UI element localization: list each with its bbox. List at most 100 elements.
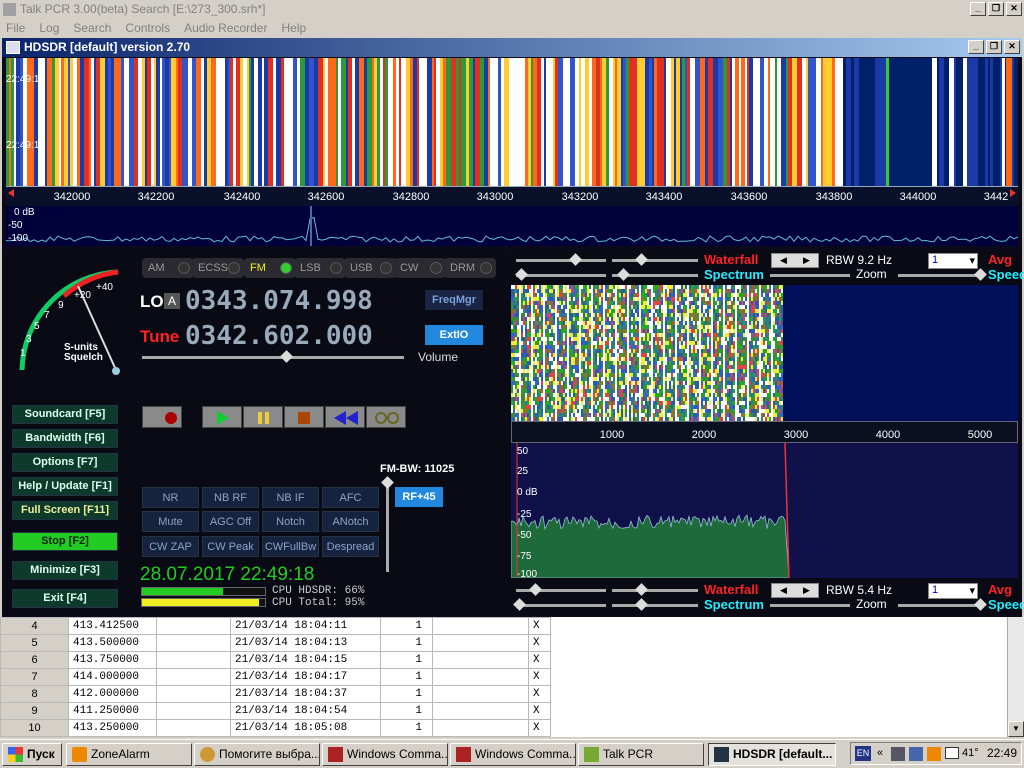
arrow-left-icon[interactable]: ◀ <box>780 255 787 266</box>
tune-frequency-display[interactable]: 0342.602.000 <box>185 321 373 351</box>
lo-frequency-display[interactable]: 0343.074.998 <box>185 286 373 316</box>
table-row[interactable]: 5 413.500000 21/03/14 18:04:13 1 X <box>0 634 551 652</box>
menu-controls[interactable]: Controls <box>125 19 170 37</box>
mode-ecss-button[interactable]: ECSS <box>192 258 244 278</box>
play-button[interactable] <box>202 406 242 428</box>
avg-select[interactable]: 1 ▾ <box>928 253 978 269</box>
nb-if-button[interactable]: NB IF <box>262 487 319 508</box>
rf-waterfall[interactable]: 22:49:14 22:49:17 <box>6 58 1018 186</box>
rbw-stepper[interactable]: ◀ ▶ <box>771 253 819 268</box>
waterfall-contrast-slider[interactable] <box>612 589 698 592</box>
stop-playback-button[interactable] <box>284 406 324 428</box>
clock[interactable]: 22:49 <box>987 743 1017 764</box>
full-screen-button[interactable]: Full Screen [F11] <box>12 501 118 520</box>
help-update-button[interactable]: Help / Update [F1] <box>12 477 118 496</box>
notch-button[interactable]: Notch <box>262 511 319 532</box>
table-row[interactable]: 8 412.000000 21/03/14 18:04:37 1 X <box>0 685 551 703</box>
exit-button[interactable]: Exit [F4] <box>12 589 118 608</box>
network-icon[interactable] <box>891 747 905 761</box>
tray-expand-icon[interactable]: « <box>877 743 883 764</box>
avg-select[interactable]: 1 ▾ <box>928 583 978 599</box>
taskbar-item-browser[interactable]: Помогите выбра... <box>194 743 320 766</box>
mode-lsb-button[interactable]: LSB <box>294 258 346 278</box>
table-row[interactable]: 7 414.000000 21/03/14 18:04:17 1 X <box>0 668 551 686</box>
cw-zap-button[interactable]: CW ZAP <box>142 536 199 557</box>
hdsdr-restore-button[interactable]: ❐ <box>986 40 1002 54</box>
waterfall-contrast-slider[interactable] <box>612 259 698 262</box>
anotch-button[interactable]: ANotch <box>322 511 379 532</box>
audio-waterfall[interactable] <box>511 285 1018 421</box>
fm-bw-slider[interactable] <box>386 482 389 572</box>
mode-am-button[interactable]: AM <box>142 258 194 278</box>
agc-off-button[interactable]: AGC Off <box>202 511 259 532</box>
nb-rf-button[interactable]: NB RF <box>202 487 259 508</box>
bandwidth-button[interactable]: Bandwidth [F6] <box>12 429 118 448</box>
hdsdr-close-button[interactable]: ✕ <box>1004 40 1020 54</box>
mail-icon[interactable] <box>945 747 959 759</box>
mute-button[interactable]: Mute <box>142 511 199 532</box>
lo-vfo-tag[interactable]: A <box>164 293 180 309</box>
taskbar-item-talkpcr[interactable]: Talk PCR <box>578 743 704 766</box>
squelch-knob[interactable] <box>112 367 120 375</box>
nr-button[interactable]: NR <box>142 487 199 508</box>
table-row[interactable]: 6 413.750000 21/03/14 18:04:15 1 X <box>0 651 551 669</box>
table-row[interactable]: 10 413.250000 21/03/14 18:05:08 1 X <box>0 719 551 737</box>
scroll-down-icon[interactable]: ▼ <box>1008 721 1024 737</box>
rf-spectrum[interactable]: 0 dB -50 -100 <box>6 206 1018 246</box>
options-button[interactable]: Options [F7] <box>12 453 118 472</box>
arrow-right-icon[interactable]: ▶ <box>803 255 810 266</box>
extio-button[interactable]: ExtIO <box>425 325 483 345</box>
zoom-slider[interactable] <box>770 274 850 277</box>
rbw-stepper[interactable]: ◀ ▶ <box>771 583 819 598</box>
hdsdr-minimize-button[interactable]: _ <box>968 40 984 54</box>
cw-peak-button[interactable]: CW Peak <box>202 536 259 557</box>
zonealarm-tray-icon[interactable] <box>927 747 941 761</box>
language-indicator[interactable]: EN <box>855 746 871 761</box>
rf-frequency-ruler[interactable]: 342000 342200 342400 342600 342800 34300… <box>6 186 1018 206</box>
spectrum-level-slider[interactable] <box>516 604 606 607</box>
afc-button[interactable]: AFC <box>322 487 379 508</box>
table-row[interactable]: 4 413.412500 21/03/14 18:04:11 1 X <box>0 617 551 635</box>
mode-fm-button[interactable]: FM <box>244 258 296 278</box>
volume-slider[interactable] <box>142 356 404 359</box>
rewind-button[interactable] <box>325 406 365 428</box>
close-button[interactable]: ✕ <box>1006 2 1022 16</box>
mode-drm-button[interactable]: DRM <box>444 258 496 278</box>
waterfall-brightness-slider[interactable] <box>516 259 606 262</box>
taskbar-item-zonealarm[interactable]: ZoneAlarm <box>66 743 192 766</box>
arrow-left-icon[interactable]: ◀ <box>780 585 787 596</box>
monitor-icon[interactable] <box>909 747 923 761</box>
speed-slider[interactable] <box>898 274 982 277</box>
audio-spectrum[interactable]: 50 25 0 dB -25 -50 -75 -100 <box>511 443 1018 578</box>
record-button[interactable] <box>142 406 182 428</box>
soundcard-button[interactable]: Soundcard [F5] <box>12 405 118 424</box>
minimize-button[interactable]: _ <box>970 2 986 16</box>
menu-audio-recorder[interactable]: Audio Recorder <box>184 19 267 37</box>
zoom-slider[interactable] <box>770 604 850 607</box>
pause-button[interactable] <box>243 406 283 428</box>
mode-usb-button[interactable]: USB <box>344 258 396 278</box>
start-button[interactable]: Пуск <box>2 743 62 766</box>
taskbar-item-commander-1[interactable]: Windows Comma... <box>322 743 448 766</box>
taskbar-item-commander-2[interactable]: Windows Comma... <box>450 743 576 766</box>
stop-button[interactable]: Stop [F2] <box>12 532 118 551</box>
loop-button[interactable] <box>366 406 406 428</box>
menu-log[interactable]: Log <box>39 19 59 37</box>
table-row[interactable]: 9 411.250000 21/03/14 18:04:54 1 X <box>0 702 551 720</box>
restore-button[interactable]: ❐ <box>988 2 1004 16</box>
menu-search[interactable]: Search <box>73 19 111 37</box>
mode-cw-button[interactable]: CW <box>394 258 446 278</box>
table-scrollbar[interactable]: ▼ <box>1007 617 1024 737</box>
speed-slider[interactable] <box>898 604 982 607</box>
s-meter[interactable]: 1 3 5 7 9 +20 +40 S-units Squelch <box>8 258 128 380</box>
minimize-hdsdr-button[interactable]: Minimize [F3] <box>12 561 118 580</box>
cw-fullbw-button[interactable]: CWFullBw <box>262 536 319 557</box>
spectrum-level-slider[interactable] <box>516 274 606 277</box>
arrow-right-icon[interactable]: ▶ <box>803 585 810 596</box>
freqmgr-button[interactable]: FreqMgr <box>425 290 483 310</box>
menu-help[interactable]: Help <box>281 19 306 37</box>
taskbar-item-hdsdr[interactable]: HDSDR [default... <box>708 743 836 766</box>
despread-button[interactable]: Despread <box>322 536 379 557</box>
spectrum-range-slider[interactable] <box>612 604 698 607</box>
rf-gain-button[interactable]: RF+45 <box>395 487 443 507</box>
